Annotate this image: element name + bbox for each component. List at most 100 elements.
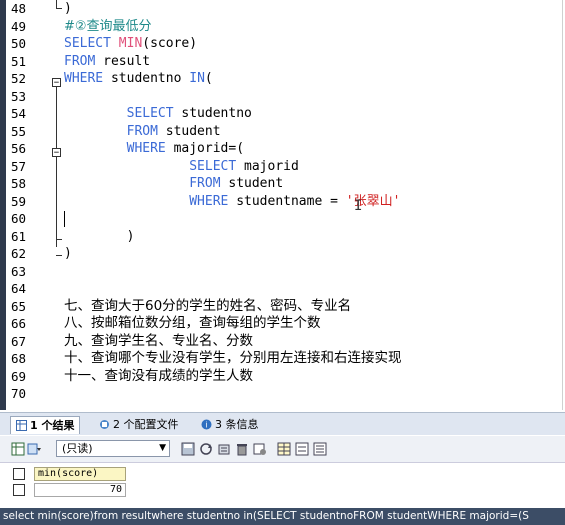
code-line: 61 ) <box>0 228 565 246</box>
result-cell[interactable]: 70 <box>34 483 126 497</box>
code-text: ) <box>64 245 72 263</box>
code-token: FROM <box>64 123 166 139</box>
line-number: 60 <box>11 211 27 226</box>
mouse-ibeam-cursor: I <box>354 198 363 214</box>
chevron-down-icon: ▼ <box>159 443 166 453</box>
code-token: majorid <box>244 158 299 174</box>
clear-icon[interactable] <box>252 441 267 456</box>
save-icon[interactable] <box>180 441 195 456</box>
results-tab-bar: 1 个结果 2 个配置文件 i 3 条信息 <box>0 412 565 435</box>
code-line: 48) <box>0 0 565 18</box>
code-token: student <box>165 123 221 139</box>
code-line: 58 FROM student <box>0 175 565 193</box>
text-mode-icon[interactable] <box>312 441 327 456</box>
code-token: studentno <box>181 106 252 121</box>
code-token: MIN <box>118 36 143 51</box>
tab-results-label: 1 个结果 <box>30 419 75 432</box>
result-format-dropdown-icon[interactable] <box>26 441 41 456</box>
grid-view-icon[interactable] <box>10 441 25 456</box>
fold-end-48 <box>56 8 62 9</box>
line-number: 56 <box>11 141 27 156</box>
code-line: 69 十一、查询没有成绩的学生人数 <box>0 368 565 386</box>
fold-toggle-line-56[interactable]: − <box>52 148 61 158</box>
code-line: 67 九、查询学生名、专业名、分数 <box>0 333 565 351</box>
code-token: (score) <box>142 36 198 51</box>
line-number: 66 <box>11 316 27 331</box>
line-number: 61 <box>11 228 27 244</box>
delete-icon[interactable] <box>234 441 249 456</box>
code-text: ) <box>64 228 135 246</box>
result-grid: min(score) 70 <box>0 463 565 505</box>
readonly-mode-value: (只读) <box>62 442 93 455</box>
code-token: 七、查询大于60分的学生的姓名、密码、专业名 <box>64 297 352 314</box>
export-icon[interactable] <box>216 441 231 456</box>
editor-right-edge <box>562 0 563 410</box>
line-number: 69 <box>11 368 27 384</box>
tab-messages-label: 3 条信息 <box>215 418 259 431</box>
fold-guide-56 <box>56 157 57 239</box>
code-line: 56 WHERE majorid=( <box>0 140 565 158</box>
code-token: studentname = <box>236 193 346 209</box>
code-text: WHERE majorid=( <box>64 140 244 158</box>
code-token: FROM <box>64 176 229 191</box>
result-grid-icon <box>16 420 27 431</box>
code-token: SELECT <box>64 106 182 121</box>
code-text: 九、查询学生名、专业名、分数 <box>64 333 253 351</box>
code-token: WHERE <box>64 141 174 156</box>
refresh-icon[interactable] <box>198 441 213 456</box>
info-icon: i <box>201 419 212 430</box>
code-text: 十一、查询没有成绩的学生人数 <box>64 368 253 386</box>
code-line: 50 SELECT MIN(score) <box>0 35 565 53</box>
code-token: 十一、查询没有成绩的学生人数 <box>64 367 253 384</box>
code-line: 66 八、按邮箱位数分组，查询每组的学生个数 <box>0 315 565 333</box>
row-checkbox[interactable] <box>13 484 25 496</box>
fold-toggle-line-52[interactable]: − <box>52 78 61 88</box>
code-text: SELECT studentno <box>64 105 252 123</box>
readonly-mode-select[interactable]: (只读) ▼ <box>56 440 170 457</box>
code-line: 57 SELECT majorid <box>0 158 565 176</box>
sql-editor[interactable]: 48) 49 #②查询最低分 50 SELECT MIN(score) 51 FROM re… <box>0 0 565 410</box>
code-line: 62) <box>0 245 565 263</box>
select-all-checkbox[interactable] <box>13 468 25 480</box>
code-text: 八、按邮箱位数分组，查询每组的学生个数 <box>64 315 321 333</box>
code-text: SELECT majorid <box>64 158 299 176</box>
form-mode-icon[interactable] <box>294 441 309 456</box>
tab-profiles[interactable]: 2 个配置文件 <box>94 416 184 433</box>
grid-mode-icon[interactable] <box>276 441 291 456</box>
status-bar: select min(score)from resultwhere studen… <box>0 508 565 525</box>
line-number: 64 <box>11 281 27 296</box>
code-token: ( <box>204 71 213 86</box>
code-token: result <box>103 53 151 69</box>
line-number: 65 <box>11 298 27 314</box>
code-line: 51 FROM result <box>0 53 565 71</box>
line-number: 54 <box>11 106 27 121</box>
code-text: SELECT MIN(score) <box>64 35 197 53</box>
code-token: 九、查询学生名、专业名、分数 <box>64 332 253 349</box>
results-toolbar: (只读) ▼ <box>0 436 565 463</box>
line-number: 55 <box>11 123 27 139</box>
code-token: SELECT <box>64 36 119 51</box>
column-header[interactable]: min(score) <box>34 467 126 481</box>
code-token: FROM <box>64 53 104 69</box>
line-number: 70 <box>11 386 27 401</box>
text-caret <box>64 211 65 227</box>
line-number: 48 <box>11 1 27 16</box>
line-number: 51 <box>11 53 27 69</box>
tab-results[interactable]: 1 个结果 <box>10 416 81 434</box>
code-line: 70 <box>0 385 565 403</box>
tab-profiles-label: 2 个配置文件 <box>113 418 179 431</box>
code-line: 68 十、查询哪个专业没有学生，分别用左连接和右连接实现 <box>0 350 565 368</box>
code-token: 八、按邮箱位数分组，查询每组的学生个数 <box>64 315 321 331</box>
code-line: 64 <box>0 280 565 298</box>
code-text: FROM result <box>64 53 150 71</box>
code-text: WHERE studentname = '张翠山' <box>64 193 400 211</box>
code-line: 54 SELECT studentno <box>0 105 565 123</box>
fold-end-61 <box>56 239 62 240</box>
tab-messages[interactable]: i 3 条信息 <box>196 416 264 433</box>
code-line: 59 WHERE studentname = '张翠山' <box>0 193 565 211</box>
profile-icon <box>100 420 109 429</box>
code-token: 十、查询哪个专业没有学生，分别用左连接和右连接实现 <box>64 350 402 366</box>
code-token: IN <box>189 71 205 86</box>
code-line: 52 WHERE studentno IN( <box>0 70 565 88</box>
code-line: 53 <box>0 88 565 106</box>
